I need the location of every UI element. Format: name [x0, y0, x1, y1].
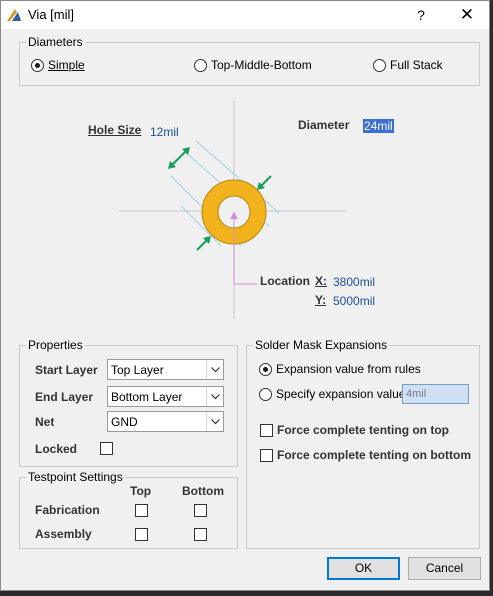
location-label: Location [260, 274, 310, 288]
tent-bottom-checkbox[interactable] [260, 449, 273, 462]
net-label: Net [35, 415, 55, 429]
assembly-bottom-checkbox[interactable] [194, 528, 207, 541]
diameter-arrow-bottom-icon [196, 236, 211, 251]
end-layer-label: End Layer [35, 390, 94, 404]
tent-bottom-label: Force complete tenting on bottom [277, 448, 471, 462]
tent-top-label: Force complete tenting on top [277, 423, 450, 437]
fabrication-bottom-checkbox[interactable] [194, 504, 207, 517]
diameter-label: Diameter [298, 118, 350, 132]
start-layer-value: Top Layer [111, 363, 164, 377]
testpoint-col-top: Top [130, 484, 152, 498]
location-x-label: X: [315, 274, 327, 288]
diameter-arrow-top-icon [257, 175, 272, 190]
expansion-value-input[interactable]: 4mil [402, 384, 469, 404]
radio-specify-expansion-label: Specify expansion value [276, 387, 406, 401]
chevron-down-icon[interactable] [206, 360, 223, 379]
radio-expansion-from-rules-indicator[interactable] [259, 362, 272, 376]
hole-size-label: Hole Size [88, 123, 142, 137]
radio-expansion-from-rules-label: Expansion value from rules [276, 362, 421, 376]
location-y-label: Y: [315, 293, 327, 307]
location-x-value[interactable]: 3800mil [333, 275, 375, 289]
testpoint-col-bottom: Bottom [182, 484, 224, 498]
end-layer-value: Bottom Layer [111, 390, 183, 404]
hole-size-value[interactable]: 12mil [150, 125, 179, 139]
start-layer-label: Start Layer [35, 363, 98, 377]
radio-specify-expansion-indicator[interactable] [259, 387, 272, 401]
hole-size-arrow-icon [168, 147, 190, 169]
cancel-button[interactable]: Cancel [408, 557, 481, 580]
tent-top-checkbox[interactable] [260, 424, 273, 437]
assembly-top-checkbox[interactable] [135, 528, 148, 541]
solder-mask-group-title: Solder Mask Expansions [253, 338, 390, 352]
fabrication-label: Fabrication [35, 503, 100, 517]
ok-button[interactable]: OK [327, 557, 400, 580]
chevron-down-icon[interactable] [206, 412, 223, 431]
radio-expansion-from-rules[interactable]: Expansion value from rules [259, 362, 421, 376]
locked-checkbox[interactable] [100, 442, 113, 455]
net-value: GND [111, 415, 138, 429]
end-layer-select[interactable]: Bottom Layer [107, 386, 224, 407]
diameter-value[interactable]: 24mil [363, 119, 394, 133]
via-diagram [119, 101, 346, 319]
properties-group-title: Properties [26, 338, 85, 352]
via-dialog: Via [mil] ? ✕ Diameters Simple Top-Middl… [0, 0, 490, 591]
testpoint-group-title: Testpoint Settings [26, 470, 125, 484]
radio-specify-expansion[interactable]: Specify expansion value [259, 387, 405, 401]
location-y-value[interactable]: 5000mil [333, 294, 375, 308]
start-layer-select[interactable]: Top Layer [107, 359, 224, 380]
fabrication-top-checkbox[interactable] [135, 504, 148, 517]
assembly-label: Assembly [35, 527, 92, 541]
locked-label: Locked [35, 442, 78, 456]
net-select[interactable]: GND [107, 411, 224, 432]
chevron-down-icon[interactable] [206, 387, 223, 406]
